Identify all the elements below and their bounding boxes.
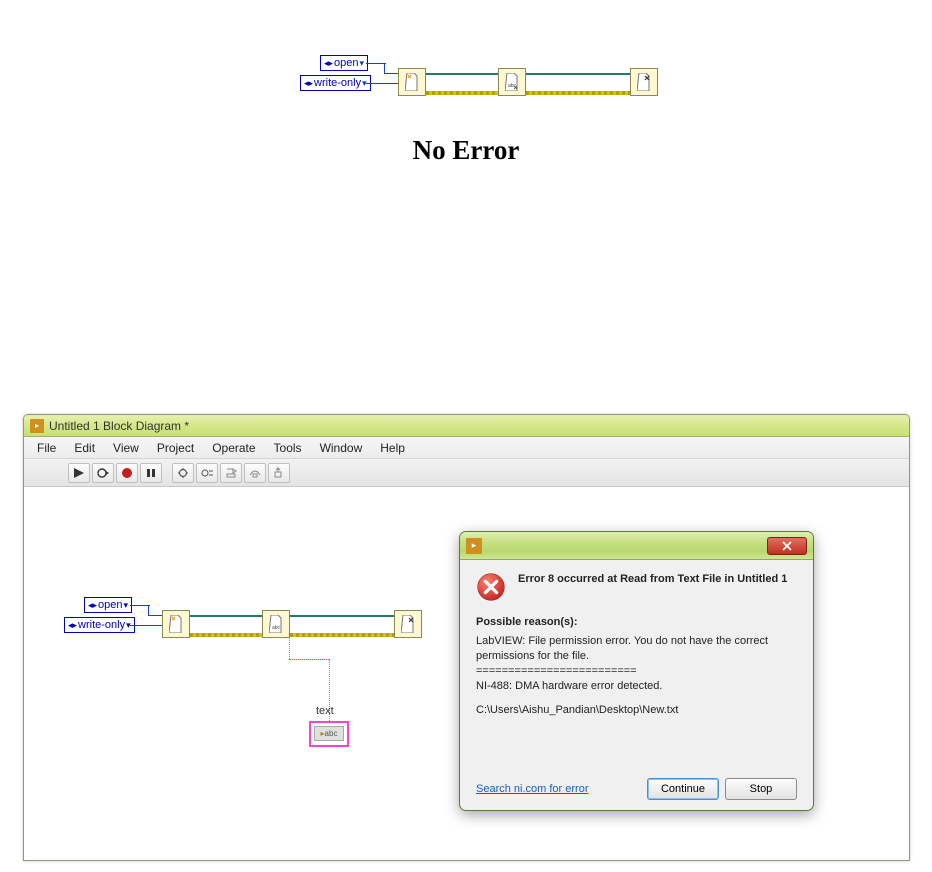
labview-icon: ▸ [30, 419, 44, 433]
toolbar [24, 459, 909, 487]
menu-window[interactable]: Window [311, 439, 372, 457]
open-create-file-vi [162, 610, 190, 638]
stop-button[interactable]: Stop [725, 778, 797, 800]
ring-constant-open: ◂▸open▾ [320, 55, 368, 71]
retain-wire-values-button[interactable] [196, 463, 218, 483]
read-text-file-vi: abc [262, 610, 290, 638]
bottom-block-diagram: ◂▸open▾ ◂▸write-only▾ abc [84, 597, 454, 827]
abort-button[interactable] [116, 463, 138, 483]
ring-constant-value: open [334, 57, 358, 69]
ring-constant-value: open [98, 599, 122, 611]
error-reason-1: LabVIEW: File permission error. You do n… [476, 634, 797, 664]
ring-constant-value: write-only [78, 619, 125, 631]
menu-help[interactable]: Help [371, 439, 414, 457]
close-file-vi [630, 68, 658, 96]
error-dialog-titlebar[interactable]: ▸ [460, 532, 813, 560]
text-indicator-label: text [316, 705, 334, 717]
svg-text:abc: abc [272, 625, 281, 631]
error-icon [476, 572, 506, 602]
close-button[interactable] [767, 537, 807, 555]
open-create-file-vi [398, 68, 426, 96]
error-dialog: ▸ Error 8 occurred at Read from Text Fil… [459, 531, 814, 811]
search-ni-link[interactable]: Search ni.com for error [476, 783, 588, 795]
error-title: Error 8 occurred at Read from Text File … [518, 572, 787, 602]
run-button[interactable] [68, 463, 90, 483]
menu-project[interactable]: Project [148, 439, 203, 457]
window-titlebar[interactable]: ▸ Untitled 1 Block Diagram * [24, 415, 909, 437]
error-reason-2: NI-488: DMA hardware error detected. [476, 679, 797, 694]
window-title: Untitled 1 Block Diagram * [49, 419, 189, 433]
close-file-vi [394, 610, 422, 638]
labview-icon: ▸ [466, 538, 482, 554]
run-continuous-button[interactable] [92, 463, 114, 483]
highlight-execution-button[interactable] [172, 463, 194, 483]
top-block-diagram: ◂▸open▾ ◂▸write-only▾ abc [320, 55, 690, 125]
pause-button[interactable] [140, 463, 162, 483]
ring-constant-open: ◂▸open▾ [84, 597, 132, 613]
ring-constant-write-only: ◂▸write-only▾ [64, 617, 135, 633]
menu-tools[interactable]: Tools [265, 439, 311, 457]
error-filepath: C:\Users\Aishu_Pandian\Desktop\New.txt [476, 703, 797, 718]
menu-edit[interactable]: Edit [65, 439, 104, 457]
step-over-button[interactable] [244, 463, 266, 483]
ring-constant-value: write-only [314, 77, 361, 89]
continue-button[interactable]: Continue [647, 778, 719, 800]
error-divider: ========================= [476, 664, 797, 679]
possible-reasons-heading: Possible reason(s): [476, 616, 797, 628]
error-dialog-body: Error 8 occurred at Read from Text File … [460, 560, 813, 730]
write-text-file-vi: abc [498, 68, 526, 96]
menubar: File Edit View Project Operate Tools Win… [24, 437, 909, 459]
step-into-button[interactable] [220, 463, 242, 483]
text-indicator-terminal: ▸abc [309, 721, 349, 747]
menu-view[interactable]: View [104, 439, 148, 457]
menu-file[interactable]: File [28, 439, 65, 457]
menu-operate[interactable]: Operate [203, 439, 264, 457]
step-out-button[interactable] [268, 463, 290, 483]
ring-constant-write-only: ◂▸write-only▾ [300, 75, 371, 91]
no-error-caption: No Error [0, 135, 932, 166]
